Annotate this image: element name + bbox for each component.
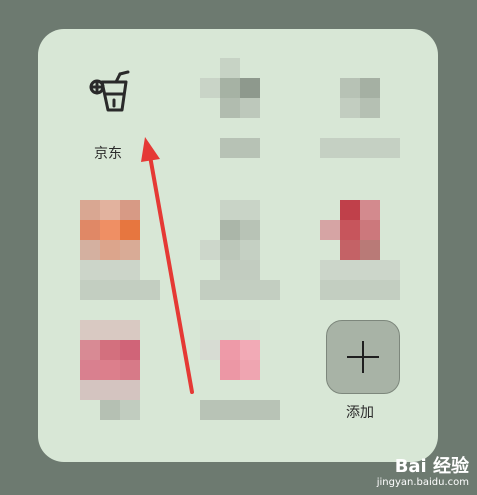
watermark: Bai 经验 jingyan.baidu.com <box>377 457 469 489</box>
app-blurred[interactable] <box>200 58 280 158</box>
app-blurred[interactable] <box>80 320 160 420</box>
watermark-logo: Bai 经验 <box>394 456 469 477</box>
app-blurred[interactable] <box>320 58 400 158</box>
app-blurred[interactable] <box>200 320 280 420</box>
plus-icon <box>362 341 364 373</box>
add-label: 添加 <box>346 405 374 421</box>
app-blurred[interactable] <box>200 200 280 300</box>
app-blurred[interactable] <box>80 200 160 300</box>
watermark-url: jingyan.baidu.com <box>376 477 469 488</box>
drink-cup-icon <box>89 70 130 112</box>
app-jd[interactable]: 京东 <box>80 68 140 168</box>
app-label: 京东 <box>94 146 122 162</box>
add-button[interactable] <box>326 320 400 394</box>
app-blurred[interactable] <box>320 200 400 300</box>
